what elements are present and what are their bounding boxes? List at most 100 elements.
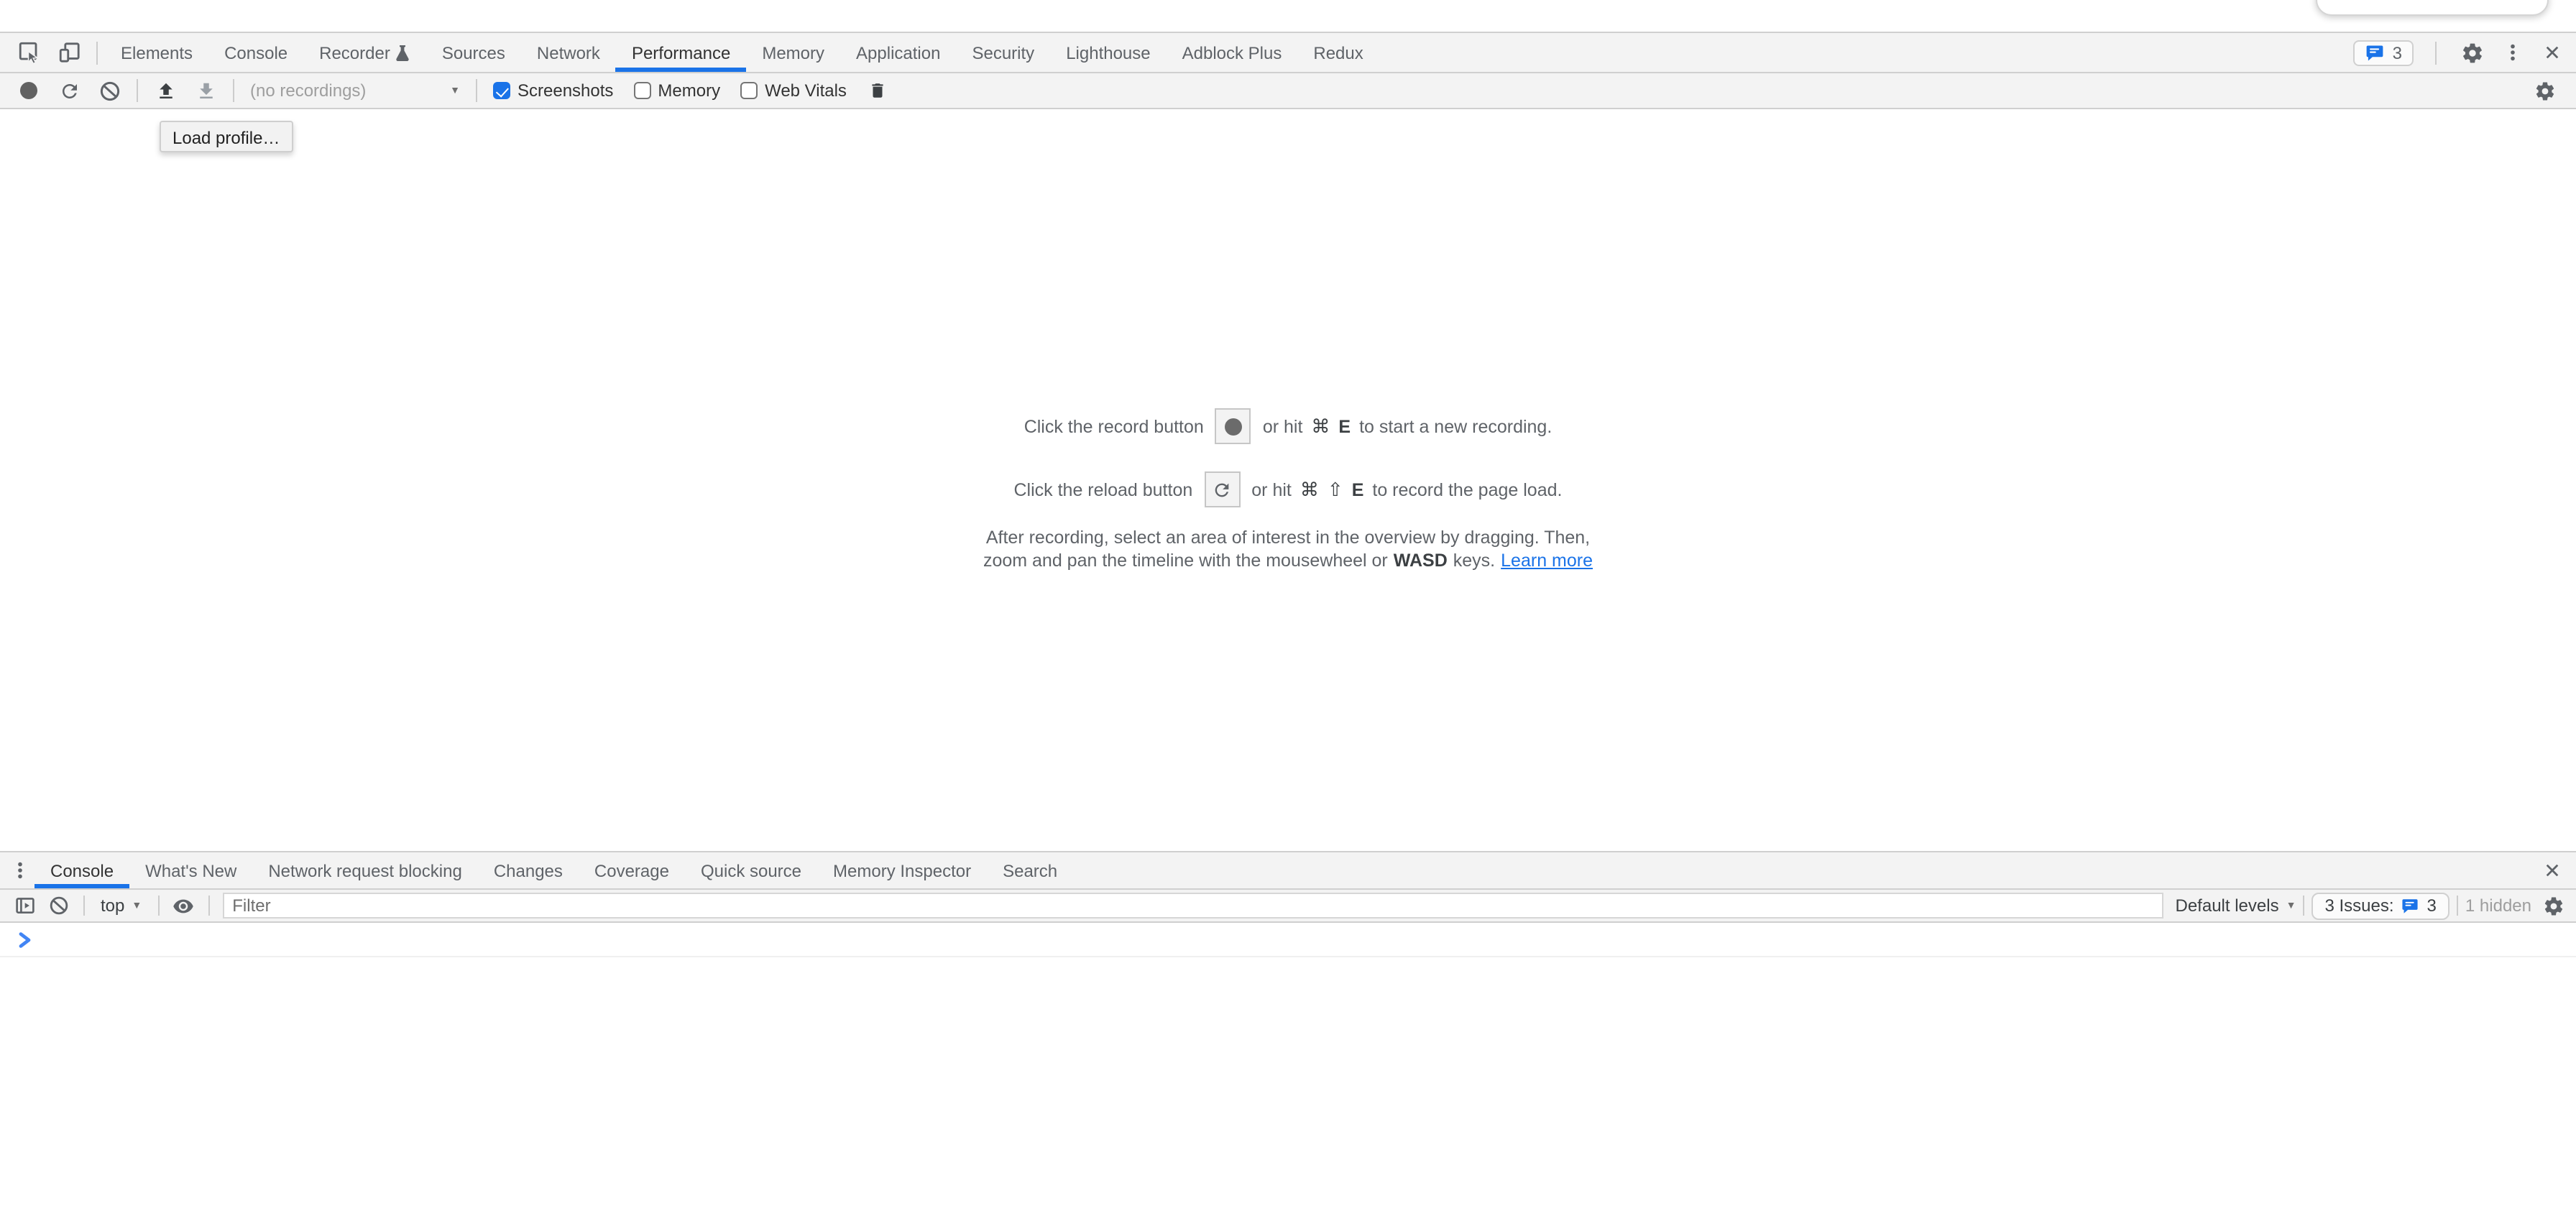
tab-memory[interactable]: Memory — [746, 33, 840, 72]
record-icon — [1225, 418, 1242, 435]
issues-count: 3 — [2427, 896, 2437, 916]
divider — [137, 79, 138, 102]
tab-application[interactable]: Application — [840, 33, 956, 72]
drawer-tab-memory-inspector[interactable]: Memory Inspector — [817, 852, 987, 888]
hidden-messages-label: 1 hidden — [2465, 896, 2531, 916]
tab-performance[interactable]: Performance — [616, 33, 746, 72]
tab-sources[interactable]: Sources — [426, 33, 521, 72]
instruction-text: Click the reload button — [1014, 479, 1193, 500]
e-key: E — [1338, 416, 1351, 436]
tab-label: Performance — [632, 42, 730, 63]
instruction-text: or hit — [1251, 479, 1292, 500]
log-levels-select[interactable]: Default levels ▼ — [2176, 896, 2296, 916]
issues-counter-button[interactable]: 3 Issues: 3 — [2312, 892, 2449, 919]
checkbox-label: Screenshots — [518, 80, 613, 101]
tabbar-right-controls: 3 — [2354, 33, 2564, 72]
tab-network[interactable]: Network — [521, 33, 616, 72]
tab-console[interactable]: Console — [208, 33, 303, 72]
gear-icon — [2542, 895, 2564, 916]
gear-icon — [2534, 80, 2555, 101]
drawer-tab-coverage[interactable]: Coverage — [579, 852, 685, 888]
load-profile-button[interactable] — [145, 75, 185, 106]
drawer-tab-search[interactable]: Search — [987, 852, 1073, 888]
clear-console-button[interactable] — [42, 890, 76, 921]
drawer-tab-changes[interactable]: Changes — [478, 852, 579, 888]
checkbox-unchecked-icon — [740, 82, 758, 99]
recordings-select[interactable]: (no recordings) ▼ — [242, 77, 469, 104]
capture-options: Screenshots Memory Web Vitals — [493, 80, 847, 101]
browser-chip[interactable] — [2316, 0, 2549, 16]
save-profile-button[interactable] — [185, 75, 226, 106]
screenshots-checkbox[interactable]: Screenshots — [493, 80, 613, 101]
instruction-text: to start a new recording. — [1359, 416, 1552, 436]
tab-label: Application — [856, 42, 940, 63]
memory-checkbox[interactable]: Memory — [633, 80, 720, 101]
kebab-menu-icon — [10, 860, 30, 881]
devtools-window: Elements Console Recorder Sources Networ… — [0, 0, 2576, 1206]
inspect-cursor-icon — [18, 42, 40, 63]
close-drawer-button[interactable] — [2539, 855, 2564, 886]
inspect-element-button[interactable] — [9, 37, 49, 68]
context-value: top — [101, 896, 124, 916]
load-profile-tooltip: Load profile… — [160, 121, 293, 152]
divider — [2435, 41, 2437, 64]
levels-value: Default levels — [2176, 896, 2279, 916]
instruction-text: Click the record button — [1024, 416, 1204, 436]
eye-icon — [172, 895, 194, 916]
divider — [208, 896, 209, 916]
tab-recorder[interactable]: Recorder — [303, 33, 426, 72]
javascript-context-select[interactable]: top ▼ — [92, 896, 150, 916]
drawer-more-tabs-button[interactable] — [6, 855, 34, 886]
close-icon — [2542, 43, 2561, 62]
drawer-tab-network-request-blocking[interactable]: Network request blocking — [252, 852, 477, 888]
tab-lighthouse[interactable]: Lighthouse — [1050, 33, 1166, 72]
tab-label: Coverage — [594, 860, 669, 880]
learn-more-link[interactable]: Learn more — [1501, 549, 1593, 572]
garbage-collect-button[interactable] — [858, 75, 898, 106]
chevron-down-icon: ▼ — [2286, 901, 2296, 911]
web-vitals-checkbox[interactable]: Web Vitals — [740, 80, 847, 101]
tab-adblock-plus[interactable]: Adblock Plus — [1167, 33, 1298, 72]
tab-redux[interactable]: Redux — [1297, 33, 1379, 72]
record-button-glyph — [1215, 408, 1251, 444]
paragraph-text: zoom and pan the timeline with the mouse… — [983, 549, 1388, 572]
record-icon — [20, 82, 37, 99]
trash-icon — [869, 80, 888, 101]
checkbox-checked-icon — [493, 82, 510, 99]
divider — [2303, 896, 2304, 916]
settings-button[interactable] — [2458, 37, 2487, 68]
recordings-select-value: (no recordings) — [250, 80, 366, 101]
device-toolbar-button[interactable] — [49, 37, 89, 68]
tab-label: Lighthouse — [1066, 42, 1150, 63]
tab-label: Redux — [1313, 42, 1363, 63]
issues-count: 3 — [2393, 42, 2402, 63]
clear-ban-icon — [98, 80, 120, 101]
clear-button[interactable] — [89, 75, 129, 106]
drawer-tab-whats-new[interactable]: What's New — [129, 852, 252, 888]
divider — [233, 79, 234, 102]
drawer-tabbar: Console What's New Network request block… — [0, 851, 2576, 890]
show-console-sidebar-button[interactable] — [7, 890, 42, 921]
top-strip — [0, 0, 2576, 33]
issues-bubble-icon — [2365, 42, 2386, 63]
tab-elements[interactable]: Elements — [105, 33, 208, 72]
record-button[interactable] — [9, 75, 49, 106]
create-live-expression-button[interactable] — [166, 890, 201, 921]
drawer-tab-quick-source[interactable]: Quick source — [685, 852, 817, 888]
issues-counter-badge[interactable]: 3 — [2354, 40, 2414, 65]
experiment-flask-icon — [396, 44, 410, 61]
tab-security[interactable]: Security — [956, 33, 1050, 72]
tab-label: Network — [537, 42, 600, 63]
console-settings-button[interactable] — [2537, 890, 2569, 921]
close-devtools-button[interactable] — [2539, 37, 2564, 68]
console-prompt-row[interactable] — [0, 923, 2576, 957]
reload-and-record-button[interactable] — [49, 75, 89, 106]
divider — [2457, 896, 2458, 916]
download-icon — [195, 80, 216, 101]
drawer-tab-console[interactable]: Console — [34, 852, 129, 888]
kebab-menu-icon — [2503, 42, 2523, 63]
more-options-button[interactable] — [2501, 37, 2524, 68]
console-filter-input[interactable] — [222, 893, 2163, 919]
capture-settings-button[interactable] — [2524, 75, 2564, 106]
tab-label: Sources — [442, 42, 505, 63]
